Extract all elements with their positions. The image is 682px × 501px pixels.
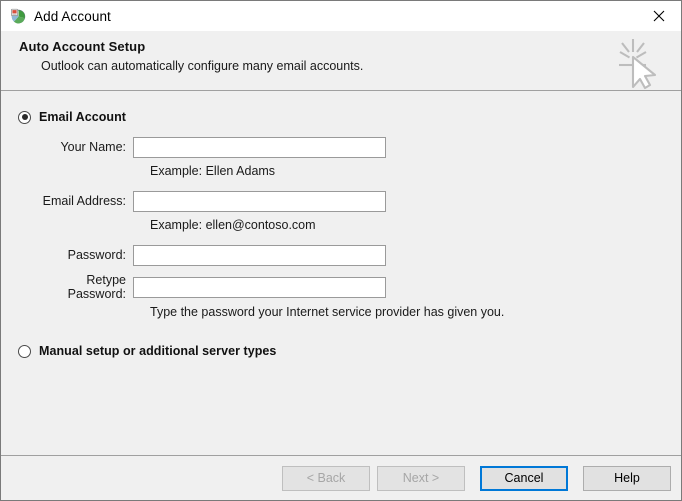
radio-manual-setup[interactable]: Manual setup or additional server types	[1, 341, 681, 361]
field-row-retype-password: Retype Password:	[1, 276, 681, 298]
your-name-example: Example: Ellen Adams	[150, 164, 681, 178]
page-subtitle: Outlook can automatically configure many…	[41, 59, 681, 73]
dialog-header: Auto Account Setup Outlook can automatic…	[1, 31, 681, 91]
password-input[interactable]	[133, 245, 386, 266]
page-title: Auto Account Setup	[19, 39, 681, 54]
field-row-email-address: Email Address:	[1, 190, 681, 212]
dialog-footer: < Back Next > Cancel Help	[1, 455, 681, 500]
password-note: Type the password your Internet service …	[150, 305, 681, 319]
email-address-example: Example: ellen@contoso.com	[150, 218, 681, 232]
help-button[interactable]: Help	[583, 466, 671, 491]
radio-manual-setup-indicator[interactable]	[18, 345, 31, 358]
email-address-input[interactable]	[133, 191, 386, 212]
password-label: Password:	[31, 248, 133, 262]
your-name-label: Your Name:	[31, 140, 133, 154]
add-account-dialog: Add Account Auto Account Setup Outlook c…	[0, 0, 682, 501]
dialog-body: Email Account Your Name: Example: Ellen …	[1, 91, 681, 455]
title-bar: Add Account	[1, 1, 681, 31]
radio-manual-setup-label: Manual setup or additional server types	[39, 344, 276, 358]
cancel-button[interactable]: Cancel	[480, 466, 568, 491]
retype-password-input[interactable]	[133, 277, 386, 298]
field-row-password: Password:	[1, 244, 681, 266]
back-button[interactable]: < Back	[282, 466, 370, 491]
email-account-fields: Your Name: Example: Ellen Adams Email Ad…	[1, 136, 681, 319]
radio-email-account-indicator[interactable]	[18, 111, 31, 124]
radio-email-account-label: Email Account	[39, 110, 126, 124]
cursor-sparkle-icon	[607, 35, 665, 91]
email-address-label: Email Address:	[31, 194, 133, 208]
close-icon[interactable]	[636, 1, 681, 30]
next-button[interactable]: Next >	[377, 466, 465, 491]
field-row-your-name: Your Name:	[1, 136, 681, 158]
your-name-input[interactable]	[133, 137, 386, 158]
window-title: Add Account	[34, 9, 111, 24]
outlook-account-globe-icon	[10, 8, 26, 24]
radio-email-account[interactable]: Email Account	[1, 107, 681, 127]
retype-password-label: Retype Password:	[31, 273, 133, 301]
